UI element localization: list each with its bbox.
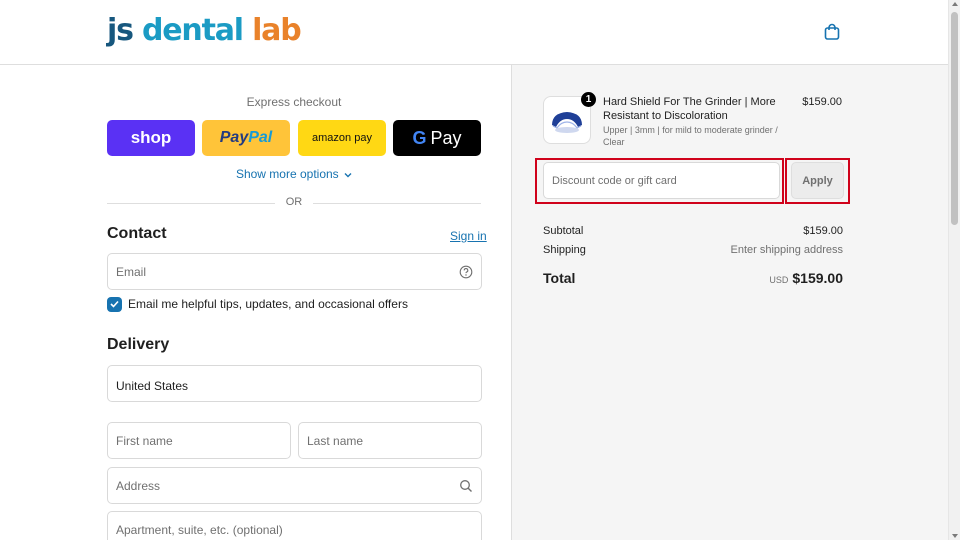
search-icon: [460, 480, 472, 492]
newsletter-checkbox[interactable]: [107, 296, 122, 312]
sign-in-link[interactable]: Sign in: [450, 229, 487, 243]
google-pay-button[interactable]: G Pay: [393, 120, 481, 156]
country-value: United States: [116, 379, 189, 393]
chevron-down-icon: [344, 172, 352, 178]
quantity-badge: 1: [581, 92, 596, 107]
country-select[interactable]: United States: [107, 365, 482, 402]
logo-text-dental: dental: [141, 13, 253, 48]
shipping-label: Shipping: [543, 244, 586, 256]
first-name-field[interactable]: First name: [107, 422, 291, 459]
shop-pay-label: shop: [130, 128, 172, 147]
subtotal-value: $159.00: [803, 225, 843, 237]
paypal-button[interactable]: Pay Pal: [202, 120, 290, 156]
shipping-value: Enter shipping address: [730, 244, 843, 256]
shop-pay-button[interactable]: shop: [107, 120, 195, 156]
product-thumbnail: 1: [543, 92, 596, 144]
google-g-icon: G: [412, 127, 427, 148]
scroll-up-arrow-icon[interactable]: [952, 2, 958, 6]
question-circle-icon[interactable]: [459, 265, 473, 279]
google-pay-label: Pay: [430, 127, 462, 148]
last-name-field[interactable]: Last name: [298, 422, 482, 459]
show-more-options-link[interactable]: Show more options: [107, 167, 481, 181]
apartment-field[interactable]: Apartment, suite, etc. (optional): [107, 511, 482, 540]
first-name-placeholder: First name: [116, 434, 173, 448]
paypal-label-pay: Pay: [219, 129, 249, 146]
or-text: OR: [285, 196, 303, 208]
scrollbar-thumb[interactable]: [951, 12, 958, 225]
address-field[interactable]: Address: [107, 467, 482, 504]
show-more-label: Show more options: [235, 167, 339, 181]
email-field[interactable]: Email: [107, 253, 482, 290]
express-checkout-label: Express checkout: [246, 95, 342, 109]
newsletter-label: Email me helpful tips, updates, and occa…: [128, 297, 408, 311]
apartment-placeholder: Apartment, suite, etc. (optional): [116, 523, 283, 537]
shopping-bag-icon[interactable]: [823, 23, 841, 41]
total-value: $159.00: [792, 270, 843, 286]
product-title: Hard Shield For The Grinder | More Resis…: [603, 96, 776, 122]
product-variant: Upper | 3mm | for mild to moderate grind…: [603, 125, 778, 147]
checkout-form-column: Express checkout shop Pay Pal amazon pay …: [0, 65, 511, 540]
contact-heading: Contact: [107, 225, 167, 242]
last-name-placeholder: Last name: [307, 434, 364, 448]
total-amount: USD $159.00: [769, 270, 843, 286]
or-divider: OR: [107, 196, 481, 210]
page-scrollbar[interactable]: [948, 0, 960, 540]
subtotal-label: Subtotal: [543, 225, 584, 237]
total-row: Total USD $159.00: [543, 270, 843, 288]
amazon-pay-label: amazon pay: [312, 132, 372, 144]
address-placeholder: Address: [116, 479, 161, 493]
shipping-row: Shipping Enter shipping address: [543, 244, 843, 258]
total-currency: USD: [769, 275, 789, 285]
site-header: js dental lab: [0, 0, 948, 65]
paypal-label-pal: Pal: [248, 129, 273, 146]
logo-text-js: js: [107, 13, 142, 48]
product-price: $159.00: [802, 96, 842, 108]
logo-text-lab: lab: [252, 13, 302, 48]
delivery-heading: Delivery: [107, 336, 170, 353]
discount-code-input[interactable]: Discount code or gift card: [543, 162, 780, 199]
amazon-pay-button[interactable]: amazon pay: [298, 120, 386, 156]
brand-logo[interactable]: js dental lab: [107, 12, 302, 50]
email-placeholder: Email: [116, 265, 147, 279]
subtotal-row: Subtotal $159.00: [543, 225, 843, 239]
order-summary-column: 1 Hard Shield For The Grinder | More Res…: [511, 65, 948, 540]
total-label: Total: [543, 270, 576, 286]
newsletter-opt-in[interactable]: Email me helpful tips, updates, and occa…: [107, 296, 408, 312]
scroll-down-arrow-icon[interactable]: [952, 534, 958, 538]
checkmark-icon: [110, 300, 119, 308]
discount-placeholder: Discount code or gift card: [552, 175, 677, 187]
apply-discount-button[interactable]: Apply: [791, 162, 844, 199]
